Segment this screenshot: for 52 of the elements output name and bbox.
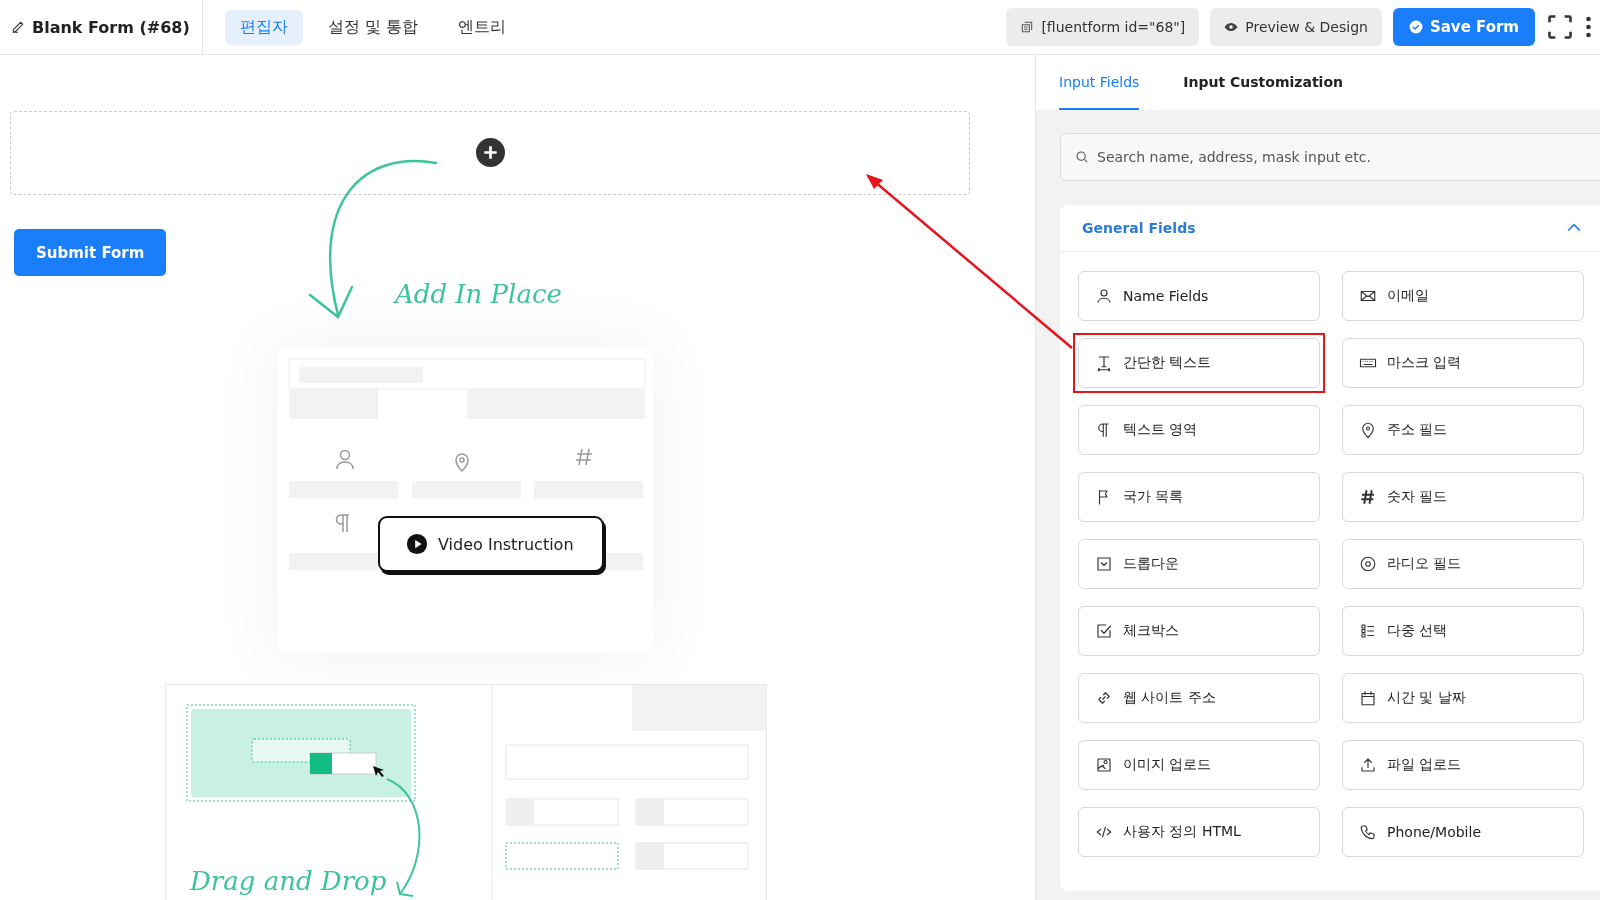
play-icon	[406, 533, 428, 555]
panel-tab[interactable]: Input Customization	[1183, 55, 1343, 110]
shortcode-button[interactable]: [fluentform id="68"]	[1006, 8, 1200, 46]
pencil-icon	[10, 19, 26, 35]
eye-icon	[1224, 20, 1239, 34]
field-type-button[interactable]: 마스크 입력	[1342, 338, 1584, 388]
list-icon	[1359, 622, 1377, 640]
nav-tab[interactable]: 엔트리	[442, 9, 521, 45]
nav-tab[interactable]: 설정 및 통합	[312, 9, 433, 45]
field-type-button[interactable]: 국가 목록	[1078, 472, 1320, 522]
field-type-button[interactable]: 시간 및 날짜	[1342, 673, 1584, 723]
fullscreen-icon[interactable]	[1546, 13, 1574, 41]
link-icon	[1095, 689, 1113, 707]
checkbox-icon	[1095, 622, 1113, 640]
field-type-button[interactable]: 사용자 정의 HTML	[1078, 807, 1320, 857]
video-instruction-button[interactable]: Video Instruction	[378, 516, 604, 572]
field-type-button[interactable]: 이미지 업로드	[1078, 740, 1320, 790]
copy-icon	[1020, 20, 1035, 34]
field-type-button[interactable]: 다중 선택	[1342, 606, 1584, 656]
field-type-button[interactable]: 텍스트 영역	[1078, 405, 1320, 455]
text-cursor-icon	[1095, 354, 1113, 372]
hash-icon	[1359, 488, 1377, 506]
phone-icon	[1359, 823, 1377, 841]
calendar-icon	[1359, 689, 1377, 707]
submit-button[interactable]: Submit Form	[14, 229, 167, 276]
add-icon[interactable]	[475, 138, 505, 167]
form-title: Blank Form (#68)	[32, 17, 190, 37]
field-type-button[interactable]: Phone/Mobile	[1342, 807, 1584, 857]
radio-icon	[1359, 555, 1377, 573]
search-field[interactable]: Search name, address, mask input etc.	[1060, 133, 1600, 181]
location-pin-icon	[1359, 421, 1377, 439]
field-type-button[interactable]: 이메일	[1342, 271, 1584, 321]
dropdown-icon	[1095, 555, 1113, 573]
field-type-button[interactable]: 웹 사이트 주소	[1078, 673, 1320, 723]
add-in-place-label: Add In Place	[395, 279, 562, 309]
field-type-button[interactable]: Name Fields	[1078, 271, 1320, 321]
field-type-button[interactable]: 라디오 필드	[1342, 539, 1584, 589]
preview-button[interactable]: Preview & Design	[1210, 8, 1382, 46]
drag-and-drop-label: Drag and Drop	[190, 866, 387, 896]
upload-icon	[1359, 756, 1377, 774]
field-type-button[interactable]: 주소 필드	[1342, 405, 1584, 455]
save-button[interactable]: Save Form	[1392, 8, 1535, 46]
check-circle-icon	[1408, 20, 1423, 34]
field-type-button[interactable]: 드롭다운	[1078, 539, 1320, 589]
image-icon	[1095, 756, 1113, 774]
more-icon[interactable]	[1585, 15, 1592, 39]
field-type-button[interactable]: 숫자 필드	[1342, 472, 1584, 522]
person-icon	[1095, 287, 1113, 305]
section-title: General Fields	[1082, 220, 1196, 236]
field-type-button[interactable]: 간단한 텍스트	[1078, 338, 1320, 388]
field-type-button[interactable]: 파일 업로드	[1342, 740, 1584, 790]
field-type-button[interactable]: 체크박스	[1078, 606, 1320, 656]
